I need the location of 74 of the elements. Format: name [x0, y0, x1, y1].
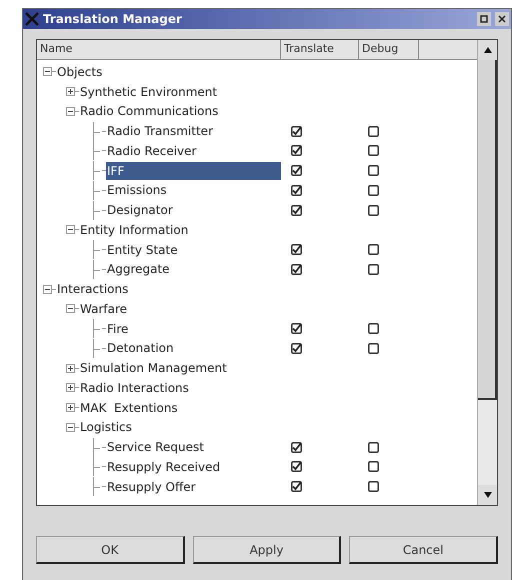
- column-header[interactable]: Name: [37, 40, 281, 59]
- close-button[interactable]: [495, 12, 509, 26]
- tree-item[interactable]: Warfare: [79, 300, 128, 318]
- expand-icon[interactable]: [66, 87, 75, 96]
- collapse-icon[interactable]: [43, 284, 52, 294]
- tree-item[interactable]: Detonation: [106, 339, 175, 358]
- tree-item[interactable]: Radio Interactions: [79, 378, 190, 397]
- down-arrow-icon: [484, 492, 492, 498]
- checkbox[interactable]: [368, 442, 379, 453]
- tree-item[interactable]: Synthetic Environment: [79, 82, 218, 101]
- checked-checkbox[interactable]: [291, 126, 302, 137]
- collapse-icon[interactable]: [66, 106, 75, 116]
- checked-checkbox[interactable]: [291, 481, 302, 492]
- dialog-button[interactable]: Apply: [192, 536, 342, 564]
- up-arrow-icon: [484, 47, 492, 53]
- checked-checkbox[interactable]: [291, 442, 302, 453]
- checked-checkbox[interactable]: [291, 264, 302, 275]
- tree-item[interactable]: Fire: [106, 320, 130, 338]
- collapse-icon[interactable]: [66, 304, 75, 314]
- tree-item[interactable]: MAK Extentions: [79, 398, 179, 417]
- tree-item[interactable]: Aggregate: [106, 260, 171, 278]
- checkbox[interactable]: [368, 165, 379, 176]
- tree-item[interactable]: Objects: [56, 62, 104, 81]
- scroll-down-button[interactable]: [478, 485, 497, 505]
- checkbox[interactable]: [368, 461, 379, 472]
- collapse-icon[interactable]: [66, 422, 75, 432]
- checkbox[interactable]: [368, 145, 379, 156]
- tree-item[interactable]: Simulation Management: [79, 359, 228, 378]
- close-icon: [498, 15, 506, 23]
- checked-checkbox[interactable]: [291, 145, 302, 156]
- tree-item[interactable]: Emissions: [106, 181, 168, 200]
- tree-item[interactable]: Entity State: [106, 240, 179, 259]
- checked-checkbox[interactable]: [291, 461, 302, 472]
- expand-icon[interactable]: [66, 383, 75, 392]
- tree-item[interactable]: Entity Information: [79, 220, 190, 239]
- tree-item[interactable]: Logistics: [79, 418, 133, 436]
- scrollbar[interactable]: [477, 40, 497, 505]
- expand-icon[interactable]: [66, 364, 75, 373]
- maximize-icon: [480, 15, 488, 23]
- scroll-up-button[interactable]: [478, 40, 497, 60]
- tree-item[interactable]: Resupply Offer: [106, 478, 197, 496]
- checkbox[interactable]: [368, 323, 379, 334]
- window-title: Translation Manager: [43, 11, 183, 28]
- column-header[interactable]: Debug: [359, 40, 419, 59]
- checked-checkbox[interactable]: [291, 323, 302, 334]
- checked-checkbox[interactable]: [291, 244, 302, 256]
- checkbox[interactable]: [368, 342, 379, 354]
- checked-checkbox[interactable]: [291, 204, 302, 216]
- checkbox[interactable]: [368, 264, 379, 275]
- column-header[interactable]: Translate: [281, 40, 359, 59]
- tree-item[interactable]: IFF: [106, 162, 281, 180]
- tree-item[interactable]: Radio Communications: [79, 102, 220, 120]
- checkbox[interactable]: [368, 126, 379, 137]
- tree-item[interactable]: Designator: [106, 201, 174, 220]
- checkbox[interactable]: [368, 184, 379, 196]
- checked-checkbox[interactable]: [291, 342, 302, 354]
- dialog-button[interactable]: OK: [36, 536, 185, 564]
- dialog-button[interactable]: Cancel: [349, 536, 498, 564]
- x-logo-icon: [25, 12, 39, 26]
- tree-item[interactable]: Service Request: [106, 438, 205, 456]
- checked-checkbox[interactable]: [291, 165, 302, 176]
- tree-item[interactable]: Radio Transmitter: [106, 122, 214, 140]
- scroll-thumb[interactable]: [478, 60, 497, 400]
- tree-item[interactable]: Radio Receiver: [106, 142, 198, 160]
- tree-item[interactable]: Resupply Received: [106, 458, 222, 476]
- checkbox[interactable]: [368, 244, 379, 256]
- maximize-button[interactable]: [477, 12, 491, 26]
- checked-checkbox[interactable]: [291, 184, 302, 196]
- expand-icon[interactable]: [66, 403, 75, 412]
- tree-item[interactable]: Interactions: [56, 280, 130, 298]
- collapse-icon[interactable]: [43, 67, 52, 76]
- checkbox[interactable]: [368, 481, 379, 492]
- collapse-icon[interactable]: [66, 225, 75, 234]
- checkbox[interactable]: [368, 204, 379, 216]
